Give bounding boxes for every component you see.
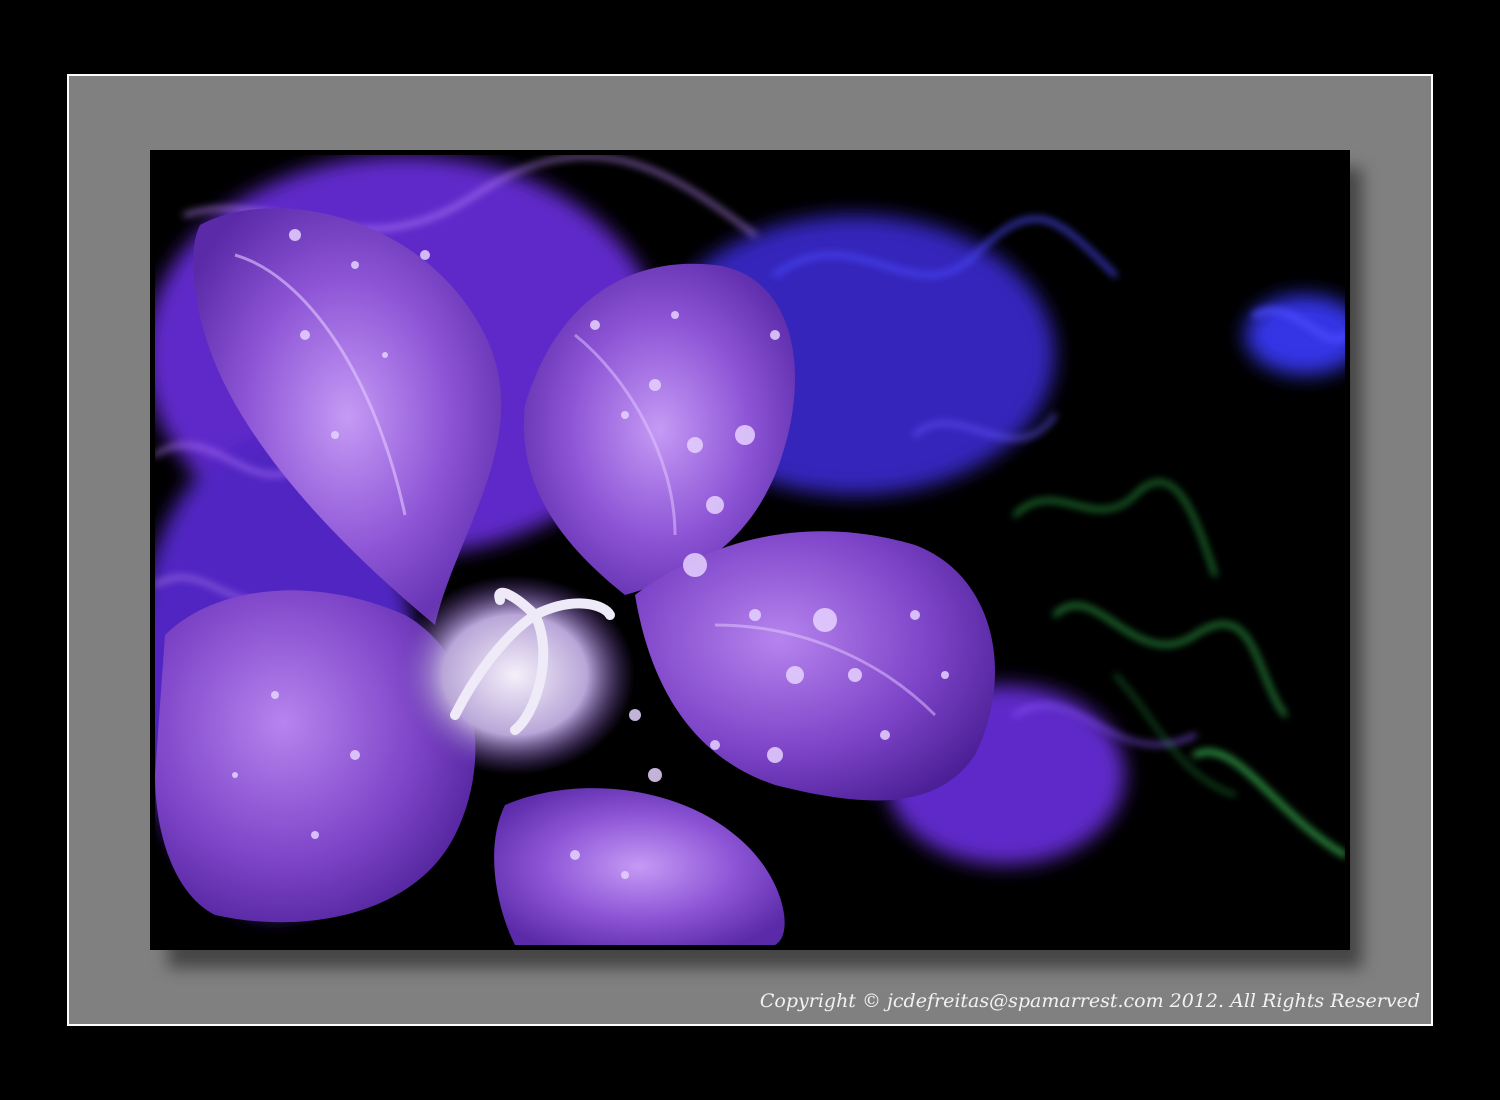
- flower-photo: [155, 155, 1345, 945]
- page-background: Copyright © jcdefreitas@spamarrest.com 2…: [0, 0, 1500, 1100]
- photo-frame: [150, 150, 1350, 950]
- copyright-watermark: Copyright © jcdefreitas@spamarrest.com 2…: [759, 990, 1420, 1012]
